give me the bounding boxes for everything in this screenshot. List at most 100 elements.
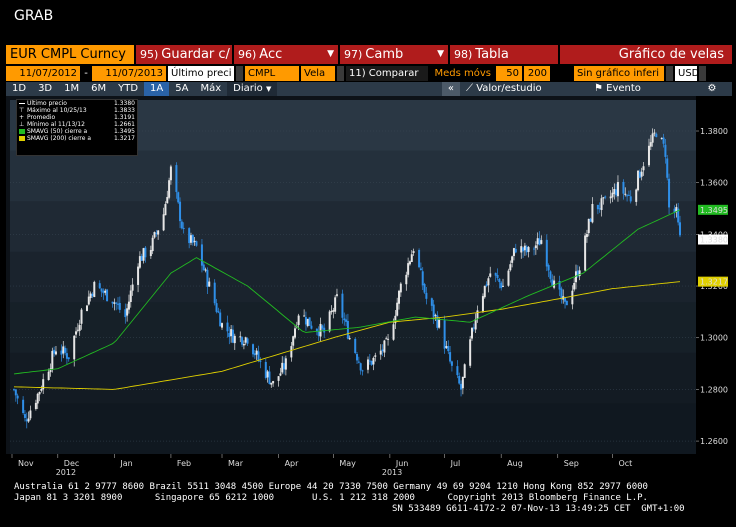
chart-type-button[interactable]: Gráfico de velas [560,45,732,64]
table-button[interactable]: 98) Tabla [450,45,558,64]
candle-body [421,271,424,286]
candle-body [679,222,681,236]
year-label: 2013 [382,468,402,477]
x-tick-label: Oct [618,459,632,468]
candle-body [627,194,630,196]
chart-band [10,403,696,455]
range-bar-right: « ⟋ Valor/estudio ⚑ Evento ⚙ [441,82,732,96]
candle-body [434,314,437,316]
candle-body [430,298,433,306]
candle-body [162,214,165,231]
candle-body [398,290,401,304]
collapse-button[interactable]: « [441,82,460,96]
candle-body [239,336,242,338]
period-tab-5a[interactable]: 5A [169,82,194,96]
candle-body [89,293,92,298]
chevron-down-icon: ▼ [437,49,444,59]
candle-select[interactable]: Vela [301,66,335,81]
change-button[interactable]: 97) Camb ▼ [340,45,448,64]
candle-body [149,250,152,257]
table-num: 98) [454,48,473,61]
candle-body [564,297,567,302]
candle-body [306,318,309,326]
save-num: 95) [140,48,159,61]
candle-body [345,319,348,322]
start-date-field[interactable]: 11/07/2012 [6,66,80,81]
source-field[interactable]: CMPL [245,66,299,81]
legend-value: 1.3495 [114,128,135,135]
sma200-tag: 1.3217 [700,278,728,287]
event-button[interactable]: ⚑ Evento [588,82,692,96]
candle-body [443,320,446,349]
period-tab-ytd[interactable]: YTD [112,82,144,96]
candle-body [472,327,475,329]
candle-body [51,350,54,369]
period-tab-6m[interactable]: 6M [85,82,112,96]
period-tab-1a[interactable]: 1A [144,82,170,96]
candle-body [177,192,180,203]
period-tab-máx[interactable]: Máx [194,82,227,96]
compare-button[interactable]: 11) Comparar [346,66,428,81]
value-study-button[interactable]: ⟋ Valor/estudio [460,82,588,96]
candle-body [372,357,375,365]
chart-style-select[interactable]: Sin gráfico inferi [574,66,664,81]
candle-body [596,204,599,210]
candle-body [571,290,574,305]
candle-body [635,189,638,202]
period-tab-3d[interactable]: 3D [32,82,58,96]
period-tab-1m[interactable]: 1M [58,82,85,96]
year-label: 2012 [56,468,76,477]
candle-body [65,353,68,359]
frequency-label: Diario [233,83,263,94]
value-study-label: Valor/estudio [476,83,542,94]
candle-body [445,346,448,349]
gear-icon[interactable]: ⚙ [692,82,732,96]
candle-body [540,240,543,244]
candle-body [169,166,172,181]
candle-body [379,350,382,355]
candle-body [425,292,428,299]
candle-body [538,238,541,246]
last-price-tag: 1.3380 [700,236,728,245]
security-field[interactable]: EUR CMPL Curncy [6,45,134,64]
end-date-field[interactable]: 11/07/2013 [92,66,166,81]
candle-body [385,338,388,340]
legend-item: SMAVG (200) cierre a 1.3217 [17,135,137,142]
frequency-select[interactable]: Diario ▼ [227,82,278,96]
ma-short-field[interactable]: 50 [496,66,522,81]
candle-body [412,251,415,253]
candle-body [624,193,627,195]
candle-body [60,350,63,355]
candle-body [534,245,537,249]
candle-body [129,290,132,302]
candle-body [36,393,39,404]
change-num: 97) [344,48,363,61]
price-field-select[interactable]: Último preci [168,66,234,81]
candle-body [613,189,616,194]
chevron-down-icon: ▼ [327,49,334,59]
yellow-square-icon [19,136,25,141]
candle-body [166,197,169,204]
candle-dropdown-icon[interactable] [337,66,344,81]
candle-body [226,322,229,332]
legend-label: Último precio [27,100,67,107]
period-tab-1d[interactable]: 1D [6,82,32,96]
ma-long-field[interactable]: 200 [524,66,550,81]
chart-style-dropdown-icon[interactable] [666,66,673,81]
currency-dropdown-icon[interactable] [699,66,706,81]
candle-body [270,382,273,385]
actions-button[interactable]: 96) Acc ▼ [234,45,338,64]
candle-body [308,317,311,326]
footer-line-2: Japan 81 3 3201 8900 Singapore 65 6212 1… [14,493,648,503]
chart-band [10,352,696,405]
candle-body [49,368,52,373]
x-tick-label: Jun [395,459,409,468]
candle-body [208,281,211,287]
candle-body [175,165,178,192]
candle-body [509,264,512,271]
candle-body [642,166,645,171]
price-field-dropdown-icon[interactable] [236,66,243,81]
currency-select[interactable]: USD [675,66,697,81]
candle-body [137,266,140,285]
save-button[interactable]: 95) Guardar c/ [136,45,232,64]
